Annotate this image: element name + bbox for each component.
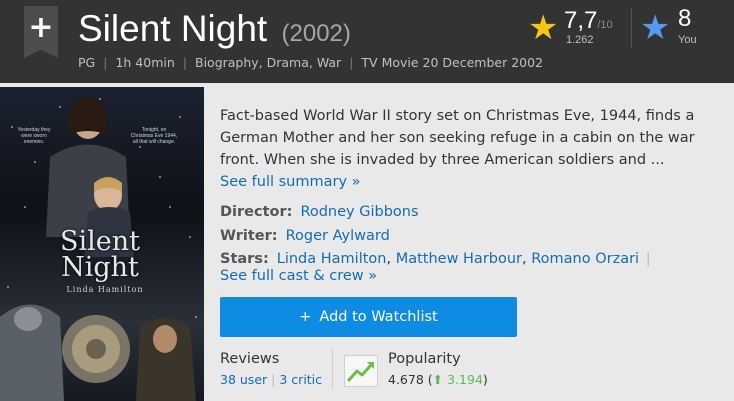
add-to-watchlist-button[interactable]: + Add to Watchlist	[220, 297, 517, 337]
your-rating-button[interactable]: ★ 8 You	[640, 6, 710, 50]
add-to-watchlist-ribbon-icon[interactable]: +	[24, 6, 58, 58]
certificate: PG	[78, 55, 96, 70]
star-icon: ★	[528, 8, 559, 48]
movie-poster[interactable]: Yesterday they were sworn enemies. Tonig…	[0, 87, 204, 401]
watchlist-label: Add to Watchlist	[319, 309, 438, 325]
popularity-delta: ⬆ 3.194	[432, 372, 483, 387]
plus-icon: +	[28, 10, 54, 45]
popularity-title: Popularity	[388, 351, 461, 367]
star-link[interactable]: Romano Orzari	[531, 251, 639, 267]
separator: |	[349, 55, 354, 70]
separator: |	[103, 55, 108, 70]
director-link[interactable]: Rodney Gibbons	[300, 204, 418, 220]
see-full-cast-link[interactable]: See full cast & crew »	[220, 268, 377, 284]
reviews-section: Reviews 38 user | 3 critic	[220, 351, 330, 387]
page-title: Silent Night (2002)	[78, 5, 351, 58]
poster-title: Silent Night	[60, 226, 140, 283]
rating-count: 1.262	[566, 34, 594, 46]
director-label: Director:	[220, 204, 293, 220]
writer-label: Writer:	[220, 228, 278, 244]
see-full-summary-link[interactable]: See full summary »	[220, 174, 361, 190]
reviews-title: Reviews	[220, 351, 280, 367]
your-rating-label: You	[678, 34, 697, 46]
popularity-value: 4.678 (⬆ 3.194)	[388, 372, 488, 387]
poster-tagline-right: Tonight, on Christmas Eve 1944, all that…	[130, 127, 178, 145]
writer-link[interactable]: Roger Aylward	[286, 228, 390, 244]
reviews-links: 38 user | 3 critic	[220, 372, 330, 387]
genres-links[interactable]: Biography, Drama, War	[195, 55, 341, 70]
critic-reviews-link[interactable]: 3 critic	[279, 372, 322, 387]
rating-max: /10	[597, 19, 613, 31]
director-row: Director: Rodney Gibbons	[220, 204, 419, 220]
imdb-rating[interactable]: ★ 7,7/10 1.262	[528, 8, 628, 48]
separator: |	[645, 251, 651, 267]
release-info-link[interactable]: TV Movie 20 December 2002	[361, 55, 543, 70]
separator: |	[271, 372, 276, 387]
title-header: + Silent Night (2002) PG | 1h 40min | Biogra…	[0, 0, 734, 83]
plus-icon: +	[299, 309, 312, 325]
runtime: 1h 40min	[115, 55, 175, 70]
trend-up-icon	[344, 355, 378, 387]
plot-summary: Fact-based World War II story set on Chr…	[220, 105, 710, 193]
stars-row: Stars: Linda Hamilton, Matthew Harbour, R…	[220, 251, 651, 267]
movie-title: Silent Night	[78, 8, 268, 49]
star-link[interactable]: Matthew Harbour	[396, 251, 522, 267]
see-cast-row: See full cast & crew »	[220, 268, 377, 284]
writer-row: Writer: Roger Aylward	[220, 228, 390, 244]
star-link[interactable]: Linda Hamilton	[277, 251, 387, 267]
movie-year-link[interactable]: (2002)	[282, 20, 351, 47]
plot-text: Fact-based World War II story set on Chr…	[220, 108, 695, 168]
poster-credit: Linda Hamilton	[66, 285, 144, 294]
title-subtext: PG | 1h 40min | Biography, Drama, War | TV Mov…	[78, 55, 543, 70]
stars-label: Stars:	[220, 251, 269, 267]
divider	[631, 8, 632, 48]
poster-tagline-left: Yesterday they were sworn enemies.	[17, 127, 51, 145]
divider	[332, 349, 333, 389]
user-reviews-link[interactable]: 38 user	[220, 372, 267, 387]
your-rating-value: 8	[678, 5, 692, 32]
separator: |	[182, 55, 187, 70]
user-star-icon: ★	[640, 8, 671, 48]
up-arrow-icon: ⬆	[432, 372, 444, 387]
